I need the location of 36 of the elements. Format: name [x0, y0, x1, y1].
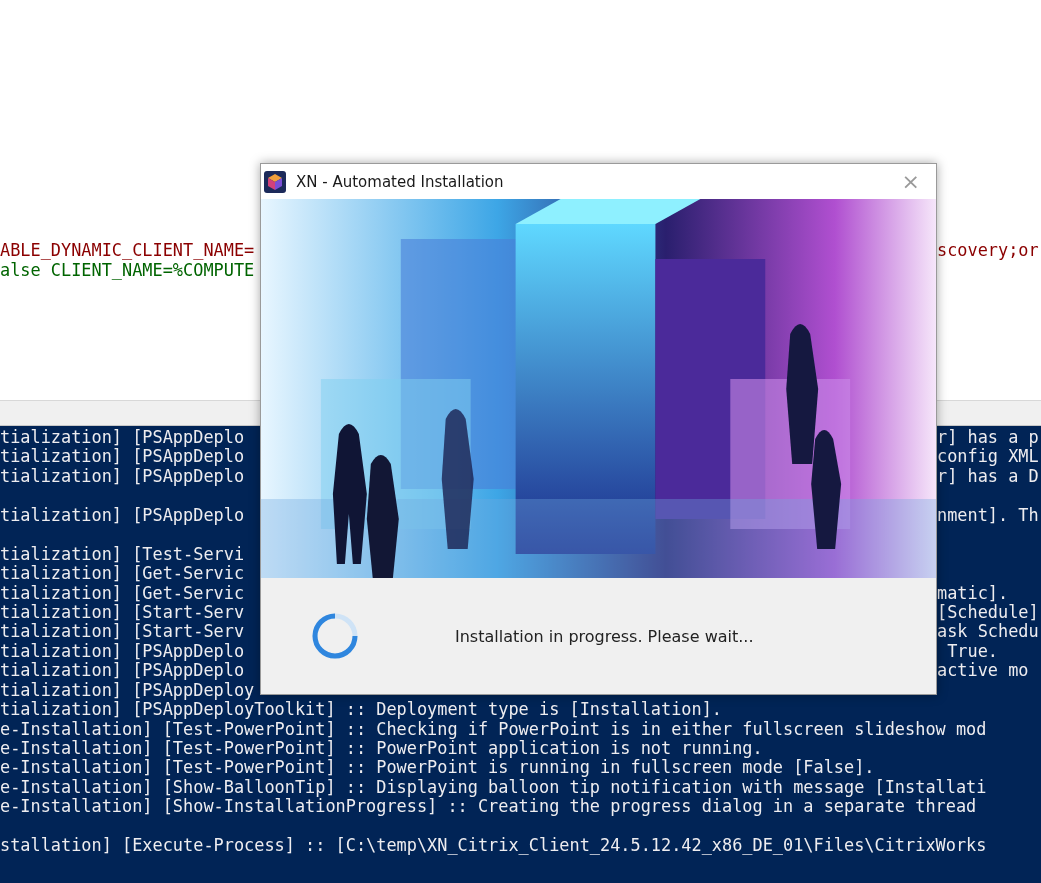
console-text: tialization] [PSAppDeplo: [0, 466, 246, 487]
console-text: e-Installation] [Test-PowerPoint] :: Checking if PowerPoint is in either fullscreen slideshow mod: [0, 719, 988, 739]
console-text: r] has a p: [937, 428, 1040, 448]
console-text: tialization] [PSAppDeplo: [0, 505, 246, 526]
console-text: True.: [946, 641, 999, 662]
code-text: scovery;or: [937, 241, 1040, 261]
console-text: e-Installation] [Show-InstallationProgress] :: Creating the progress dialog in a separate thread: [0, 797, 978, 817]
console-text: tialization] [Get-Servic: [0, 564, 246, 584]
code-text: ABLE_DYNAMIC_CLIENT_NAME=: [0, 241, 256, 261]
console-text: matic].: [937, 583, 1010, 603]
console-text: tialization] [PSAppDeplo: [0, 641, 246, 662]
status-message: Installation in progress. Please wait...: [455, 626, 754, 646]
console-text: tialization] [Start-Serv: [0, 622, 246, 642]
console-text: tialization] [PSAppDeplo: [0, 447, 246, 467]
cube-icon: [264, 170, 286, 193]
spinner-icon: [311, 612, 359, 660]
window-title: XN - Automated Installation: [296, 172, 505, 191]
console-text: tialization] [PSAppDeplo: [0, 661, 246, 681]
console-text: e-Installation] [Show-BalloonTip] :: Displaying balloon tip notification with message [Installati: [0, 777, 988, 798]
console-text: config XML: [937, 447, 1040, 467]
console-text: tialization] [PSAppDeploy: [0, 680, 256, 701]
console-text: e-Installation] [Test-PowerPoint] :: PowerPoint application is not running.: [0, 739, 764, 759]
console-text: tialization] [Get-Servic: [0, 583, 246, 603]
console-text: [Schedule]: [937, 602, 1040, 623]
console-text: tialization] [PSAppDeplo: [0, 428, 246, 448]
console-text: tialization] [Start-Serv: [0, 602, 246, 623]
console-text: tialization] [PSAppDeployToolkit] :: Deployment type is [Installation].: [0, 700, 723, 720]
code-text: alse CLIENT_NAME=%COMPUTE: [0, 260, 256, 280]
close-button[interactable]: ×: [897, 168, 924, 195]
console-text: stallation] [Execute-Process] :: [C:\temp\XN_Citrix_Client_24.5.12.42_x86_DE_01\Files\CitrixWorks: [0, 836, 988, 856]
console-text: nment]. Th: [937, 505, 1040, 526]
console-text: r] has a D: [937, 466, 1040, 487]
console-text: ask Schedu: [937, 622, 1040, 642]
console-text: tialization] [Test-Servi: [0, 544, 246, 565]
console-text: e-Installation] [Test-PowerPoint] :: PowerPoint is running in fullscreen mode [False].: [0, 758, 876, 778]
console-text: active mo: [937, 661, 1030, 681]
